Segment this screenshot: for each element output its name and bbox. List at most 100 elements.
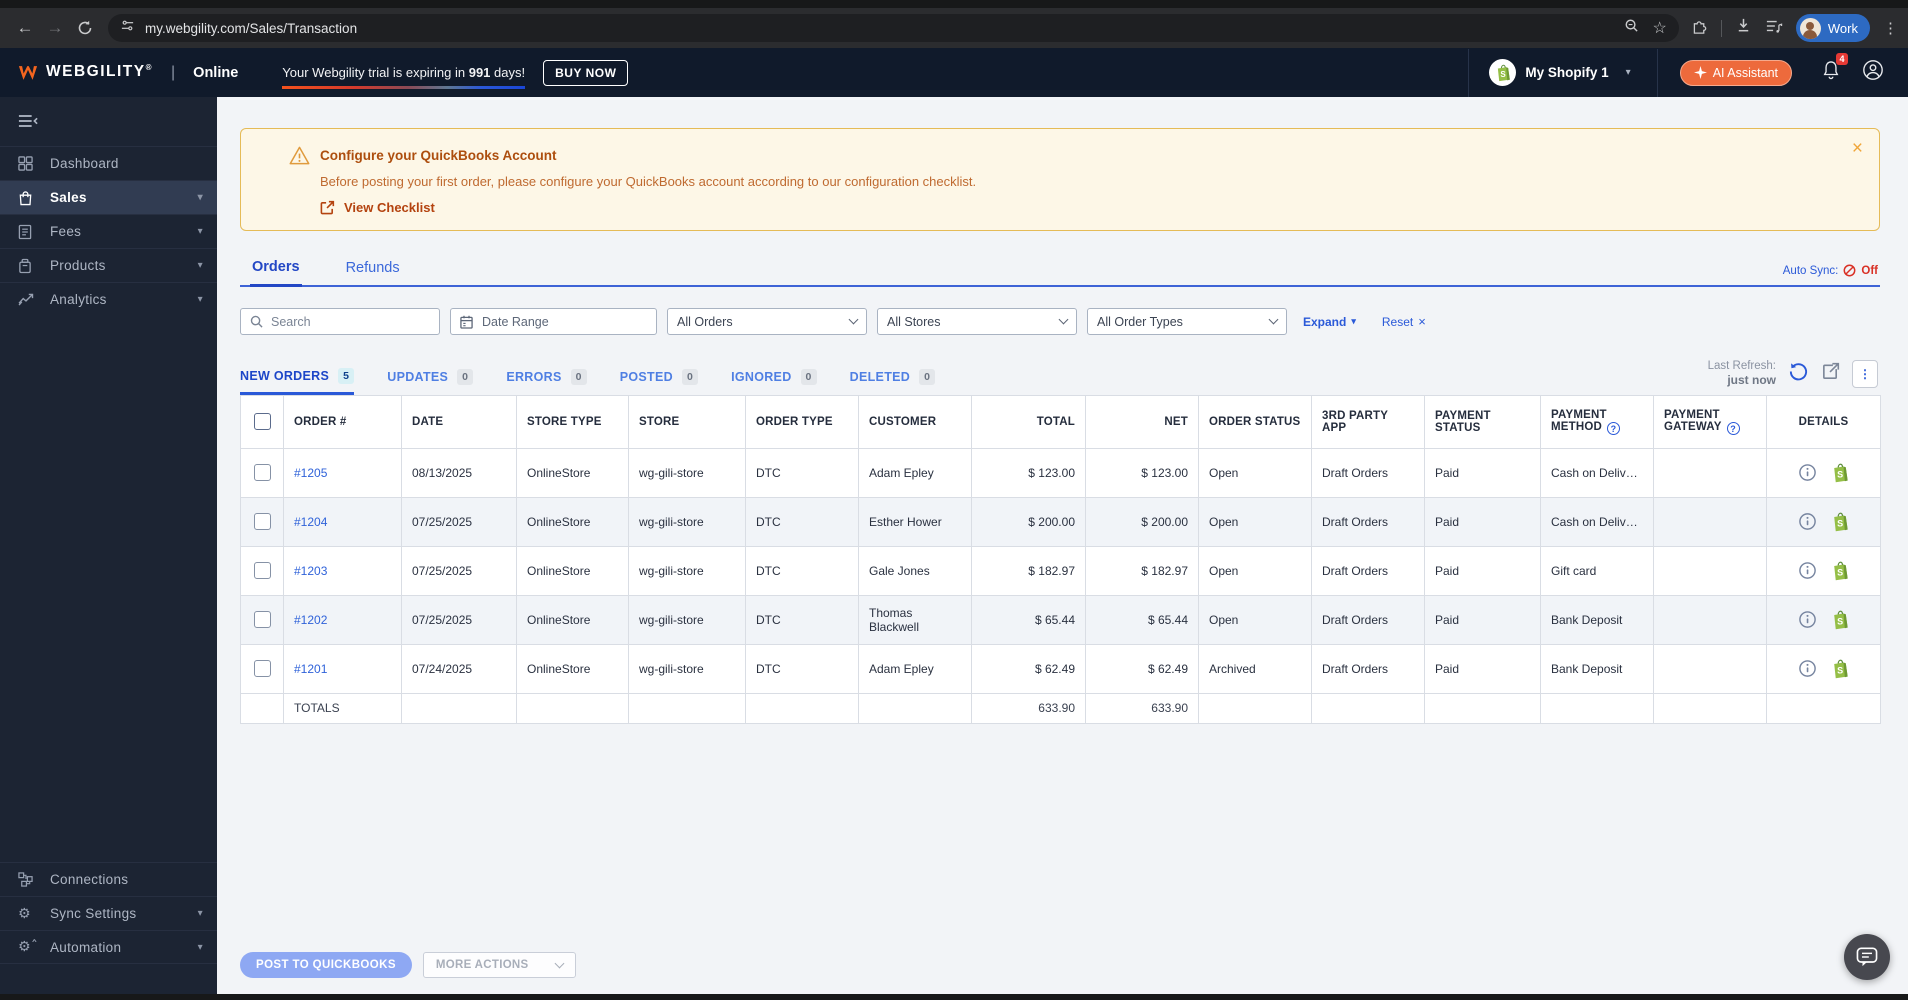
cell-details: S [1766, 496, 1881, 547]
date-range-picker[interactable]: Date Range [450, 308, 657, 335]
col-payment-gateway: PAYMENT GATEWAY? [1653, 394, 1767, 449]
sidebar-item-sales[interactable]: Sales ▾ [0, 180, 217, 214]
search-box[interactable] [240, 308, 440, 335]
auto-sync-value: Off [1861, 264, 1878, 277]
auto-sync-toggle[interactable]: Auto Sync: Off [1783, 264, 1880, 285]
sidebar-item-dashboard[interactable]: Dashboard [0, 146, 217, 180]
chevron-down-icon: ▾ [197, 192, 203, 203]
shopify-icon[interactable]: S [1831, 463, 1849, 483]
notifications-button[interactable]: 4 [1822, 53, 1848, 85]
cell-store-type: OnlineStore [516, 545, 629, 596]
sidebar-item-connections[interactable]: Connections [0, 862, 217, 896]
table-options-menu[interactable]: ⋮ [1852, 359, 1878, 388]
app-header: WEBGILITY® | Online Your Webgility trial… [0, 48, 1908, 97]
order-info-icon[interactable] [1798, 512, 1817, 531]
extensions-icon[interactable] [1691, 17, 1708, 39]
chevron-down-icon [1268, 314, 1279, 325]
cell-order-status: Open [1198, 447, 1312, 498]
order-info-icon[interactable] [1798, 561, 1817, 580]
search-input[interactable] [271, 314, 421, 329]
select-all-checkbox[interactable] [253, 413, 271, 431]
browser-profile-chip[interactable]: Work [1795, 14, 1870, 42]
reading-list-icon[interactable] [1765, 18, 1783, 39]
cell-store: wg-gili-store [628, 594, 746, 645]
stores-filter-select[interactable]: All Stores [877, 308, 1077, 335]
ai-assistant-button[interactable]: AI Assistant [1679, 59, 1792, 86]
search-icon [250, 315, 263, 328]
forward-icon[interactable]: → [40, 13, 70, 43]
subtab-ignored[interactable]: IGNORED 0 [731, 368, 817, 393]
subtab-posted[interactable]: POSTED 0 [620, 368, 699, 393]
bookmark-star-icon[interactable]: ☆ [1653, 18, 1667, 38]
totals-row: TOTALS 633.90 633.90 [240, 692, 1881, 724]
url-text[interactable]: my.webgility.com/Sales/Transaction [145, 21, 1624, 36]
row-checkbox[interactable] [253, 562, 271, 580]
sidebar-item-automation[interactable]: ⚙ˆ Automation ▾ [0, 930, 217, 964]
zoom-page-icon[interactable] [1624, 18, 1639, 38]
reset-filters-link[interactable]: Reset × [1382, 314, 1426, 329]
account-button[interactable] [1862, 59, 1884, 86]
order-types-filter-select[interactable]: All Order Types [1087, 308, 1287, 335]
post-to-quickbooks-button[interactable]: POST TO QUICKBOOKS [240, 952, 412, 978]
view-checklist-link[interactable]: View Checklist [344, 200, 435, 215]
downloads-icon[interactable] [1735, 17, 1752, 39]
sidebar: Dashboard Sales ▾ Fees ▾ Products ▾ Anal… [0, 97, 217, 994]
subtab-updates[interactable]: UPDATES 0 [387, 368, 474, 393]
subtab-deleted[interactable]: DELETED 0 [850, 368, 936, 393]
shopify-icon[interactable]: S [1831, 512, 1849, 532]
cell-date: 07/25/2025 [401, 496, 517, 547]
order-info-icon[interactable] [1798, 463, 1817, 482]
order-link[interactable]: #1204 [283, 496, 402, 547]
shopify-icon[interactable]: S [1831, 610, 1849, 630]
filters-row: Date Range All Orders All Stores All Ord… [240, 308, 1880, 335]
cell-payment-status: Paid [1424, 643, 1541, 694]
col-payment-status: PAYMENT STATUS [1424, 394, 1541, 449]
sidebar-item-analytics[interactable]: Analytics ▾ [0, 282, 217, 316]
store-selector[interactable]: S My Shopify 1 ▾ [1469, 59, 1656, 86]
sidebar-item-label: Analytics [50, 292, 107, 307]
col-details: DETAILS [1766, 394, 1881, 449]
shopify-icon[interactable]: S [1831, 561, 1849, 581]
count-badge: 5 [338, 367, 355, 384]
row-checkbox[interactable] [253, 611, 271, 629]
sidebar-item-products[interactable]: Products ▾ [0, 248, 217, 282]
subtab-errors[interactable]: ERRORS 0 [506, 368, 587, 393]
tab-refunds[interactable]: Refunds [344, 254, 402, 285]
count-badge: 0 [681, 368, 699, 385]
row-checkbox[interactable] [253, 660, 271, 678]
order-link[interactable]: #1205 [283, 447, 402, 498]
cell-details: S [1766, 594, 1881, 645]
order-info-icon[interactable] [1798, 610, 1817, 629]
cell-store: wg-gili-store [628, 545, 746, 596]
refresh-icon[interactable] [1788, 361, 1809, 387]
help-icon[interactable]: ? [1607, 422, 1621, 435]
back-icon[interactable]: ← [10, 13, 40, 43]
browser-menu-icon[interactable]: ⋮ [1883, 19, 1898, 37]
expand-filters-link[interactable]: Expand ▾ [1303, 315, 1356, 329]
orders-filter-select[interactable]: All Orders [667, 308, 867, 335]
tab-orders[interactable]: Orders [250, 253, 302, 287]
order-link[interactable]: #1203 [283, 545, 402, 596]
warning-icon [289, 146, 310, 165]
help-icon[interactable]: ? [1726, 422, 1740, 435]
reload-icon[interactable] [70, 13, 100, 43]
buy-now-button[interactable]: BUY NOW [543, 59, 629, 86]
chat-widget-button[interactable] [1844, 934, 1890, 980]
row-checkbox[interactable] [253, 464, 271, 482]
close-icon[interactable]: × [1852, 139, 1863, 158]
sidebar-item-fees[interactable]: Fees ▾ [0, 214, 217, 248]
site-info-icon[interactable] [120, 18, 135, 38]
order-link[interactable]: #1202 [283, 594, 402, 645]
order-info-icon[interactable] [1798, 659, 1817, 678]
more-actions-dropdown[interactable]: MORE ACTIONS [422, 952, 576, 978]
sidebar-collapse-button[interactable] [0, 97, 217, 146]
address-bar[interactable]: my.webgility.com/Sales/Transaction ☆ [108, 14, 1679, 42]
shopify-icon[interactable]: S [1831, 659, 1849, 679]
order-link[interactable]: #1201 [283, 643, 402, 694]
export-icon[interactable] [1821, 362, 1840, 386]
order-status-tabs: NEW ORDERS 5 UPDATES 0 ERRORS 0 POSTED 0 IGN… [240, 359, 1880, 395]
cell-net: $ 62.49 [1085, 643, 1199, 694]
subtab-new-orders[interactable]: NEW ORDERS 5 [240, 367, 355, 395]
row-checkbox[interactable] [253, 513, 271, 531]
sidebar-item-sync-settings[interactable]: ⚙ Sync Settings ▾ [0, 896, 217, 930]
